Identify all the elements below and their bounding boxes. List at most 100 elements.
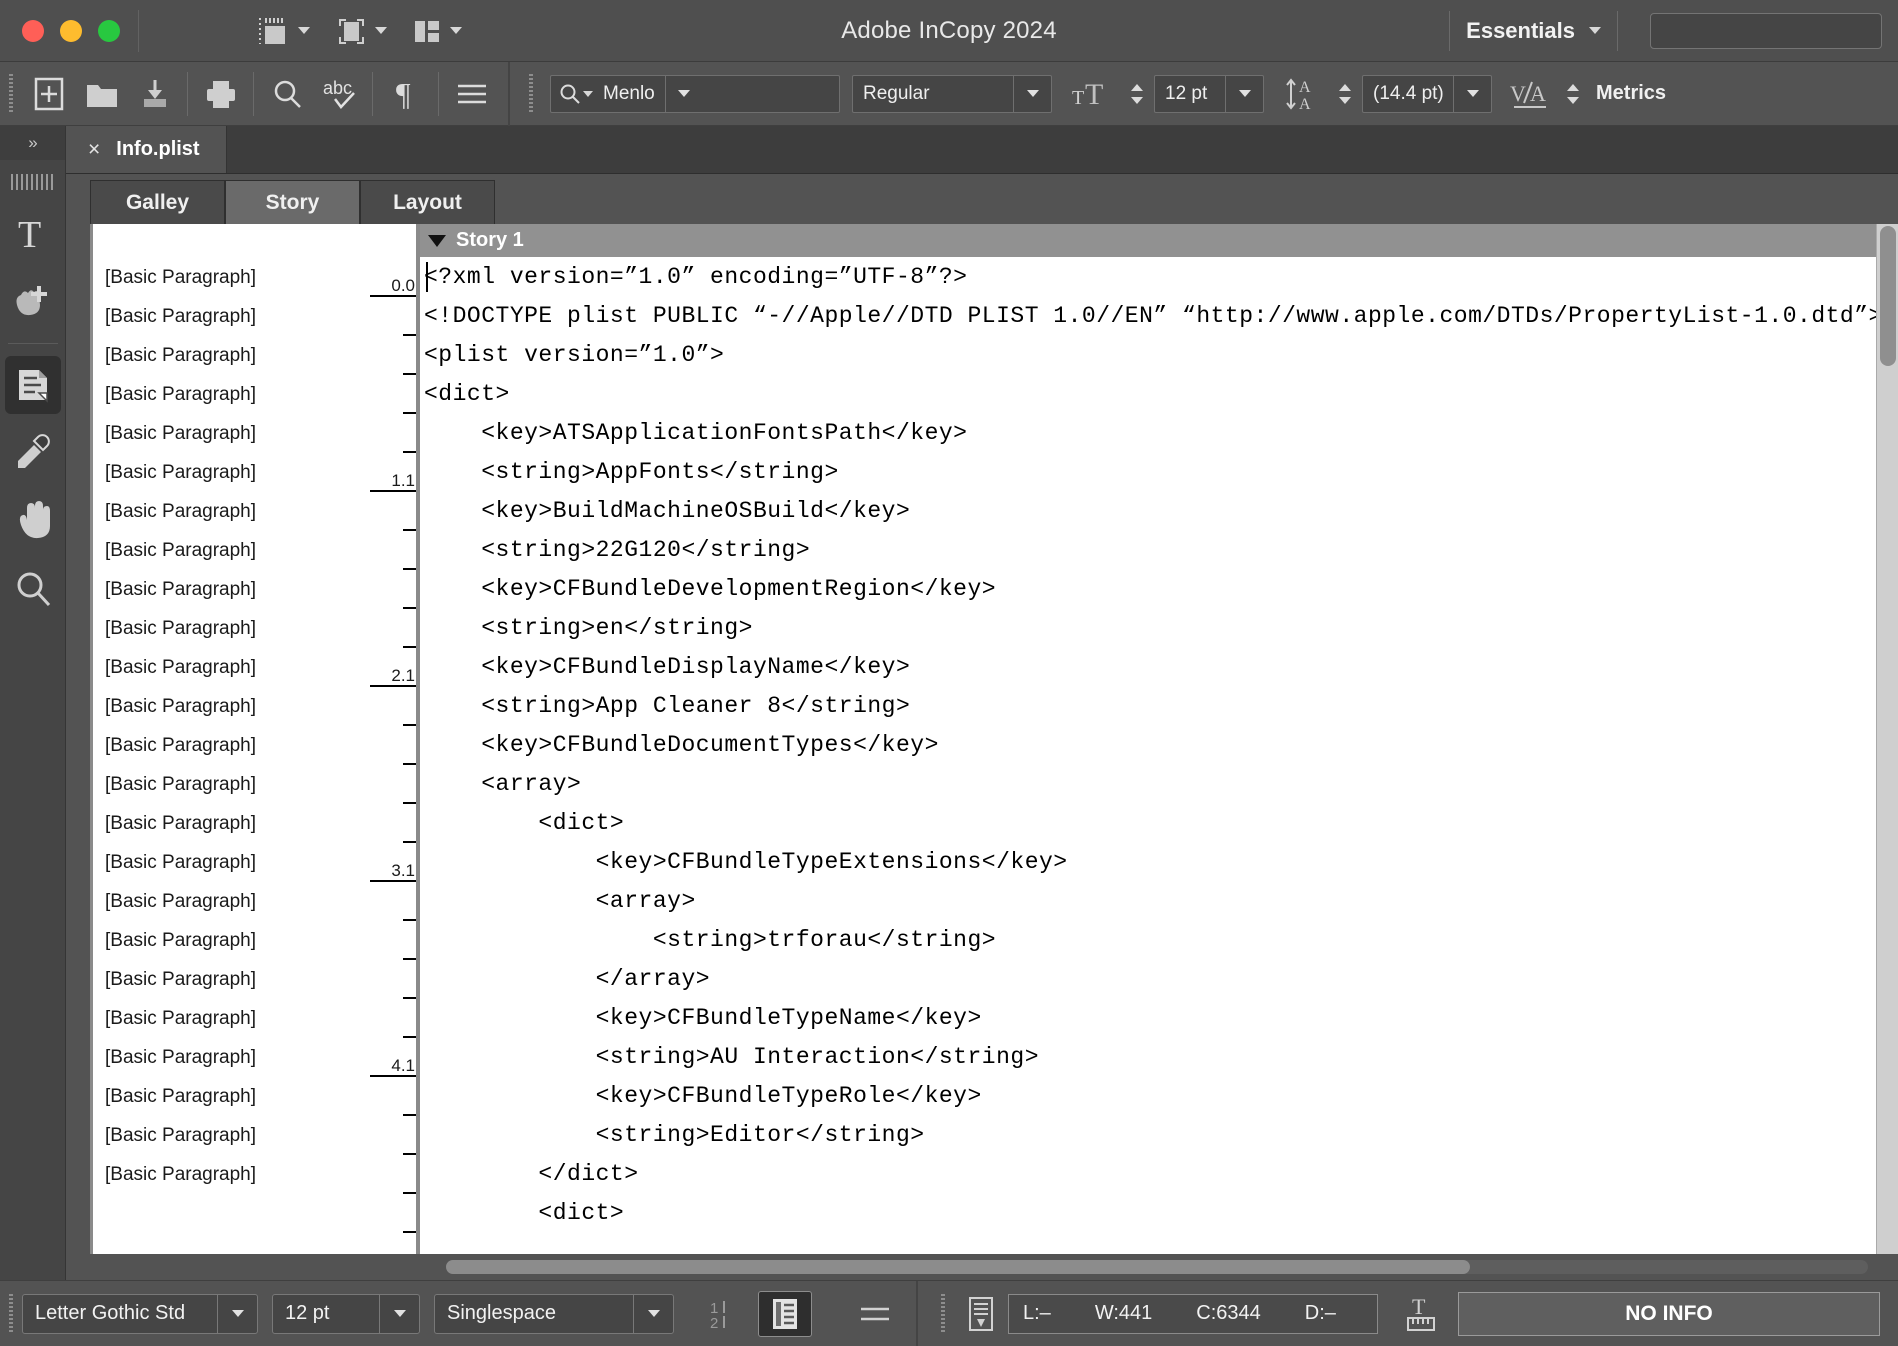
story-line[interactable]: <key>CFBundleTypeName</key>	[424, 999, 1898, 1038]
story-horizontal-scrollbar[interactable]	[446, 1260, 1868, 1274]
show-hidden-characters-button[interactable]: ¶	[379, 62, 432, 125]
paragraph-style-row[interactable]: [Basic Paragraph]	[93, 414, 368, 453]
split-view-control[interactable]	[399, 15, 474, 47]
track-changes-tool[interactable]	[4, 356, 61, 414]
paragraph-style-row[interactable]: [Basic Paragraph]	[93, 843, 368, 882]
font-size-dropdown[interactable]	[1225, 75, 1263, 112]
kerning-stepper[interactable]	[1561, 75, 1585, 113]
tab-galley[interactable]: Galley	[90, 180, 225, 224]
status-menu-button[interactable]	[848, 1291, 902, 1337]
leading-field[interactable]: (14.4 pt)	[1362, 74, 1492, 113]
workspace-label[interactable]: Essentials	[1466, 18, 1575, 44]
story-line[interactable]: <plist version=”1.0”>	[424, 336, 1898, 375]
status-line-spacing-dropdown[interactable]	[633, 1294, 673, 1333]
paragraph-style-row[interactable]: [Basic Paragraph]	[93, 258, 368, 297]
kerning-value[interactable]: Metrics	[1590, 82, 1666, 105]
tools-panel-grip[interactable]	[10, 174, 55, 190]
zoom-window-button[interactable]	[98, 19, 120, 42]
paragraph-style-row[interactable]: [Basic Paragraph]	[93, 453, 368, 492]
zoom-tool[interactable]	[5, 560, 61, 618]
story-text-content[interactable]: <?xml version=”1.0” encoding=”UTF-8”?> <!…	[420, 258, 1898, 1233]
type-tool[interactable]: T	[5, 205, 61, 263]
paragraph-style-row[interactable]: [Basic Paragraph]	[93, 999, 368, 1038]
paragraph-style-row[interactable]: [Basic Paragraph]	[93, 609, 368, 648]
story-line[interactable]: <key>CFBundleDocumentTypes</key>	[424, 726, 1898, 765]
paragraph-style-row[interactable]: [Basic Paragraph]	[93, 531, 368, 570]
tab-layout[interactable]: Layout	[360, 180, 495, 224]
collapse-panel-button[interactable]: »	[0, 126, 65, 160]
story-line[interactable]: <!DOCTYPE plist PUBLIC “-//Apple//DTD PL…	[424, 297, 1898, 336]
paragraph-style-row[interactable]: [Basic Paragraph]	[93, 336, 368, 375]
status-bar-grip[interactable]	[9, 1293, 13, 1334]
print-button[interactable]	[194, 62, 247, 125]
find-button[interactable]	[260, 62, 313, 125]
paragraph-style-row[interactable]: [Basic Paragraph]	[93, 960, 368, 999]
leading-stepper[interactable]	[1333, 75, 1357, 113]
tab-story[interactable]: Story	[225, 180, 360, 224]
story-line[interactable]: <string>trforau</string>	[424, 921, 1898, 960]
galley-view-control[interactable]	[245, 14, 322, 48]
paragraph-style-row[interactable]: [Basic Paragraph]	[93, 687, 368, 726]
scrollbar-thumb[interactable]	[1880, 226, 1896, 366]
story-line[interactable]: <dict>	[424, 375, 1898, 414]
panel-menu-button[interactable]	[445, 62, 498, 125]
paragraph-style-row[interactable]: [Basic Paragraph]	[93, 570, 368, 609]
font-size-field[interactable]: 12 pt	[1154, 74, 1264, 113]
story-line[interactable]: <key>BuildMachineOSBuild</key>	[424, 492, 1898, 531]
story-line[interactable]: </array>	[424, 960, 1898, 999]
open-document-button[interactable]	[75, 62, 128, 125]
paragraph-style-row[interactable]: [Basic Paragraph]	[93, 1116, 368, 1155]
eyedropper-tool[interactable]	[5, 424, 61, 482]
paragraph-style-row[interactable]: [Basic Paragraph]	[93, 1155, 368, 1194]
font-size-stepper[interactable]	[1125, 75, 1149, 113]
leading-dropdown[interactable]	[1453, 75, 1491, 112]
character-controls-grip[interactable]	[529, 73, 533, 114]
story-column[interactable]: Story 1 <?xml version=”1.0” encoding=”UT…	[420, 224, 1898, 1254]
story-line[interactable]: <string>22G120</string>	[424, 531, 1898, 570]
story-line[interactable]: <array>	[424, 765, 1898, 804]
status-font-size-dropdown[interactable]	[379, 1294, 419, 1333]
scrollbar-thumb[interactable]	[446, 1260, 1470, 1274]
story-line[interactable]: <string>App Cleaner 8</string>	[424, 687, 1898, 726]
stepper-down-icon[interactable]	[1131, 96, 1143, 104]
text-depth-button[interactable]	[954, 1291, 1008, 1337]
paragraph-style-row[interactable]: [Basic Paragraph]	[93, 492, 368, 531]
story-line[interactable]: <key>CFBundleDevelopmentRegion</key>	[424, 570, 1898, 609]
info-panel-grip[interactable]	[941, 1293, 945, 1334]
story-vertical-scrollbar[interactable]	[1876, 224, 1898, 1254]
story-header[interactable]: Story 1	[420, 224, 1898, 258]
spell-check-button[interactable]: abc	[313, 62, 366, 125]
hand-tool[interactable]	[5, 492, 61, 550]
story-line[interactable]: <key>ATSApplicationFontsPath</key>	[424, 414, 1898, 453]
paragraph-style-row[interactable]: [Basic Paragraph]	[93, 1077, 368, 1116]
stepper-down-icon[interactable]	[1339, 96, 1351, 104]
paragraph-style-row[interactable]: [Basic Paragraph]	[93, 297, 368, 336]
status-font-family-field[interactable]: Letter Gothic Std	[22, 1293, 258, 1334]
story-line[interactable]: <?xml version=”1.0” encoding=”UTF-8”?>	[424, 258, 1898, 297]
paragraph-style-column[interactable]: [Basic Paragraph] [Basic Paragraph] [Basic…	[90, 224, 368, 1254]
story-line[interactable]: <array>	[424, 882, 1898, 921]
story-line[interactable]: <string>AppFonts</string>	[424, 453, 1898, 492]
stepper-down-icon[interactable]	[1567, 96, 1579, 104]
story-line[interactable]: <dict>	[424, 1194, 1898, 1233]
font-style-dropdown[interactable]	[1013, 75, 1051, 112]
paragraph-style-row[interactable]: [Basic Paragraph]	[93, 726, 368, 765]
minimize-window-button[interactable]	[60, 19, 82, 42]
story-line[interactable]: <key>CFBundleDisplayName</key>	[424, 648, 1898, 687]
save-document-button[interactable]	[128, 62, 181, 125]
page-number-button[interactable]: 1 2	[696, 1291, 750, 1337]
story-line[interactable]: <string>Editor</string>	[424, 1116, 1898, 1155]
status-font-size-field[interactable]: 12 pt	[272, 1293, 420, 1334]
paragraph-style-row[interactable]: [Basic Paragraph]	[93, 804, 368, 843]
text-ruler-button[interactable]: T	[1394, 1291, 1448, 1337]
story-line[interactable]: <dict>	[424, 804, 1898, 843]
stepper-up-icon[interactable]	[1131, 83, 1143, 91]
paragraph-style-row[interactable]: [Basic Paragraph]	[93, 765, 368, 804]
collapse-triangle-icon[interactable]	[428, 234, 446, 247]
story-line[interactable]: <key>CFBundleTypeRole</key>	[424, 1077, 1898, 1116]
status-font-family-dropdown[interactable]	[217, 1294, 257, 1333]
search-input[interactable]	[1650, 12, 1882, 49]
story-line[interactable]: <key>CFBundleTypeExtensions</key>	[424, 843, 1898, 882]
document-tab[interactable]: × Info.plist	[66, 126, 227, 173]
new-document-button[interactable]	[22, 62, 75, 125]
